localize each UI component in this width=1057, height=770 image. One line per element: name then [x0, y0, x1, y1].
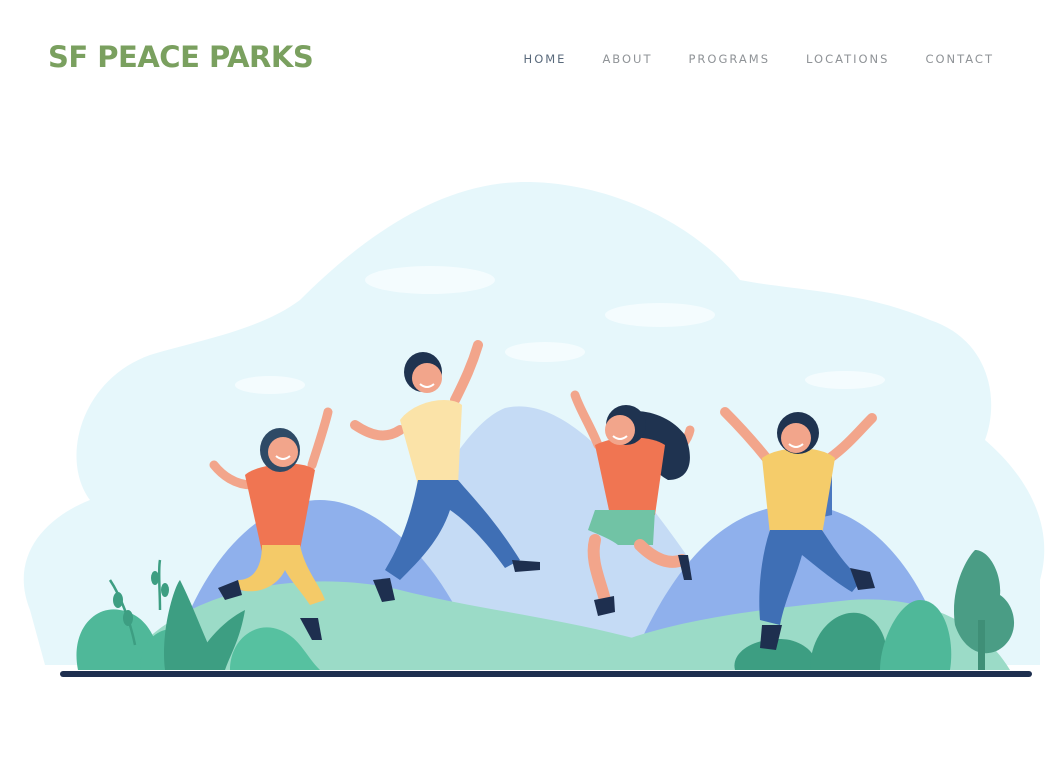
nav-programs[interactable]: PROGRAMS — [689, 52, 771, 66]
nav-contact[interactable]: CONTACT — [925, 52, 994, 66]
nav-home[interactable]: HOME — [524, 52, 567, 66]
ground-line — [60, 671, 1032, 677]
main-nav: HOME ABOUT PROGRAMS LOCATIONS CONTACT — [488, 52, 994, 66]
hero-illustration — [0, 140, 1057, 700]
site-header: SF PEACE PARKS HOME ABOUT PROGRAMS LOCAT… — [0, 0, 1057, 118]
site-logo[interactable]: SF PEACE PARKS — [48, 40, 314, 74]
nav-locations[interactable]: LOCATIONS — [806, 52, 889, 66]
children-jumping-illustration — [23, 181, 1045, 677]
nav-about[interactable]: ABOUT — [602, 52, 652, 66]
